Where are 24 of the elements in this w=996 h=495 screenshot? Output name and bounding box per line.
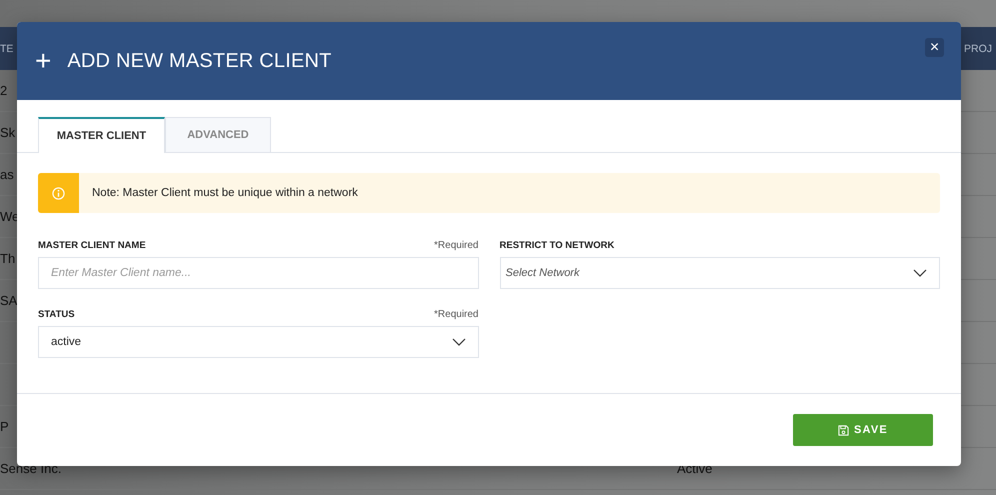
field-label: RESTRICT TO NETWORK [500, 240, 614, 251]
dialog-title: ADD NEW MASTER CLIENT [67, 50, 332, 72]
required-note: *Required [434, 309, 478, 320]
table-cell: as [0, 167, 14, 182]
field-label: STATUS [38, 309, 75, 320]
info-icon [52, 186, 65, 200]
required-note: *Required [434, 240, 478, 251]
select-dropdown[interactable]: active [38, 326, 478, 358]
select-dropdown[interactable]: Select Network [500, 257, 940, 289]
table-cell: Sk [0, 125, 16, 140]
column-header: TE [0, 42, 14, 54]
tab[interactable]: MASTER CLIENT [38, 117, 165, 153]
table-cell: Th [0, 251, 16, 266]
table-cell: 2 [0, 83, 8, 98]
table-cell: P [0, 419, 9, 434]
chevron-down-icon [913, 269, 927, 277]
name-input[interactable]: Enter Master Client name... [38, 257, 478, 289]
table-cell: SA [0, 293, 18, 308]
plus-icon: + [35, 47, 52, 75]
field-label: MASTER CLIENT NAME [38, 240, 146, 251]
note-text: Note: Master Client must be unique within a network [91, 186, 358, 201]
column-header: PROJ [964, 42, 993, 54]
close-button[interactable]: × [925, 38, 944, 57]
chevron-down-icon [452, 338, 466, 346]
